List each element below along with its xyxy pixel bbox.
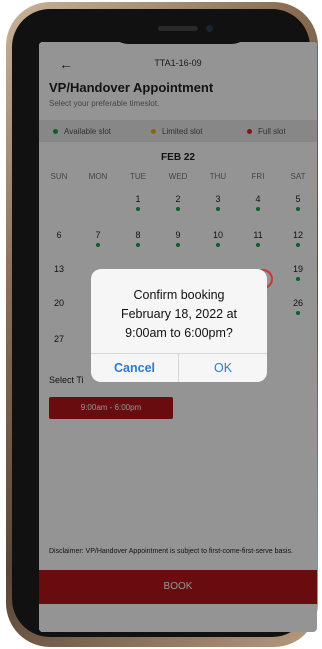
dialog-line-2: February 18, 2022 at	[120, 307, 238, 321]
dialog-line-3: 9:00am to 6:00pm?	[125, 326, 233, 340]
dialog-line-1: Confirm booking	[133, 288, 225, 302]
speaker-grille	[158, 26, 198, 31]
cancel-button[interactable]: Cancel	[91, 354, 179, 382]
app-screen: ← TTA1-16-09 VP/Handover Appointment Sel…	[39, 42, 317, 632]
dialog-message: Confirm booking February 18, 2022 at 9:0…	[91, 286, 267, 343]
front-camera	[206, 25, 213, 32]
phone-notch	[110, 18, 250, 44]
confirm-dialog: Confirm booking February 18, 2022 at 9:0…	[91, 269, 267, 382]
dialog-buttons: Cancel OK	[91, 353, 267, 382]
ok-button[interactable]: OK	[179, 354, 267, 382]
